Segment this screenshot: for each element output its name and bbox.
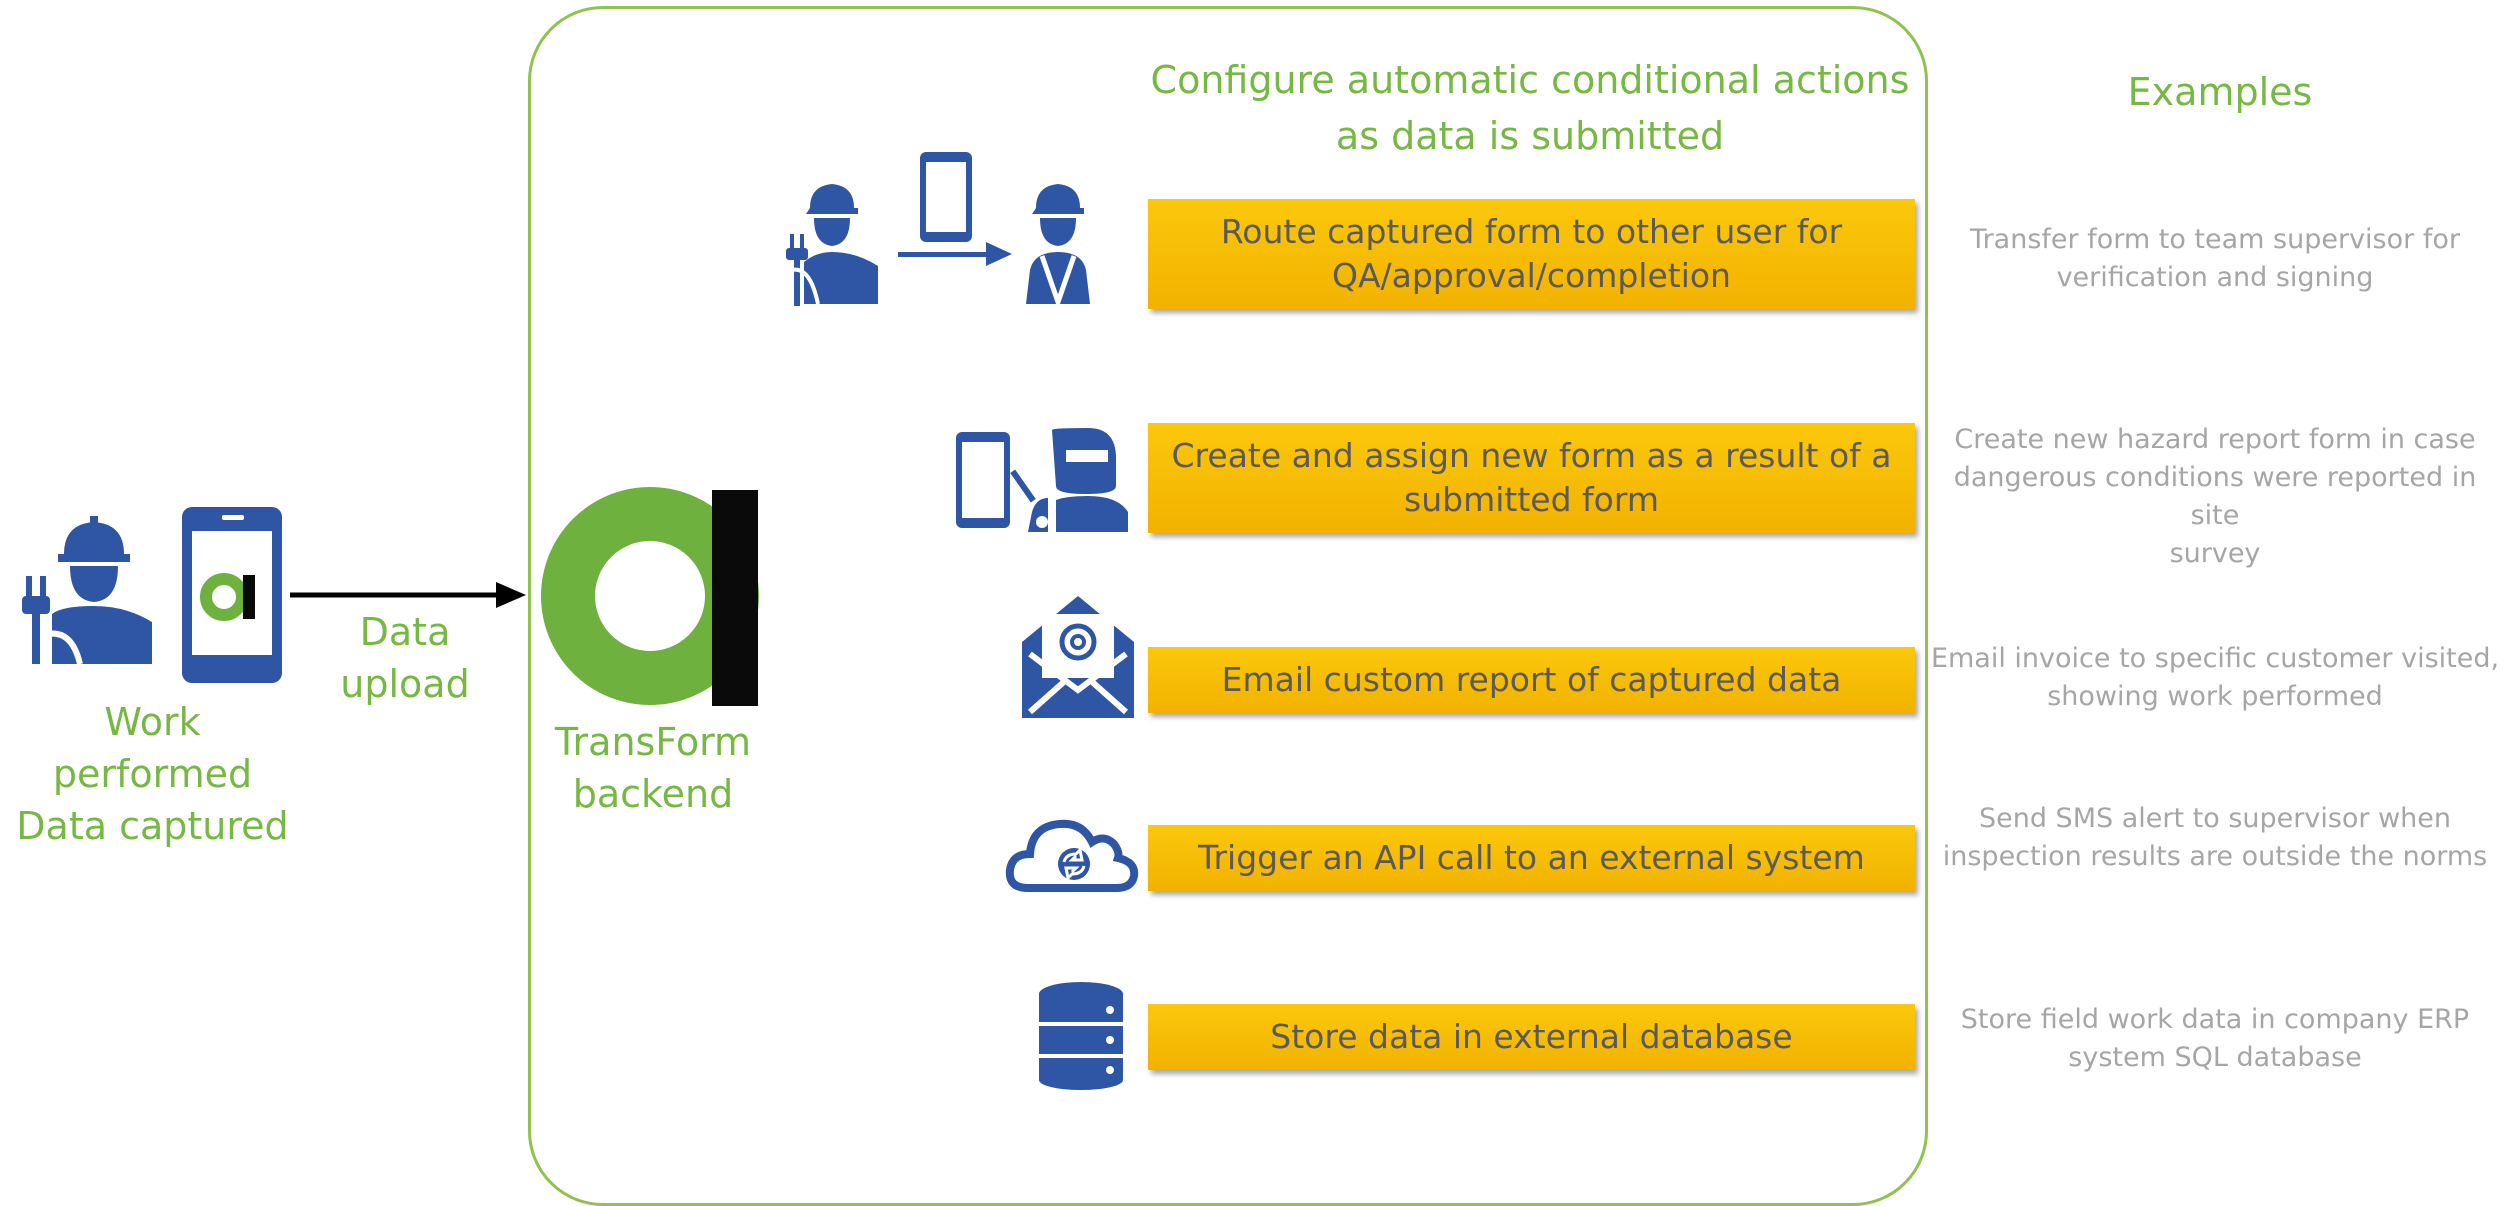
- example-2-line2: dangerous conditions were reported in si…: [1953, 462, 2477, 531]
- backend-label: TransForm backend: [543, 716, 763, 820]
- example-4-line1: Send SMS alert to supervisor when: [1978, 803, 2452, 834]
- worker-phone-handoff-icon: [786, 152, 1090, 310]
- example-4-line2: inspection results are outside the norms: [1942, 841, 2488, 872]
- example-1-line1: Transfer form to team supervisor for: [1970, 224, 2460, 255]
- example-3-line2: showing work performed: [2047, 681, 2383, 712]
- example-2-line1: Create new hazard report form in case: [1954, 424, 2476, 455]
- cloud-sync-icon: [1005, 819, 1139, 892]
- email-envelope-icon: [1022, 596, 1134, 718]
- action-route-line1: Route captured form to other user for: [1220, 212, 1843, 251]
- action-email-line1: Email custom report of captured data: [1221, 660, 1842, 699]
- field-worker-icon: [22, 516, 152, 665]
- action-email-report: Email custom report of captured data: [1148, 647, 1915, 713]
- upload-label-line2: upload: [340, 662, 470, 706]
- action-api-line1: Trigger an API call to an external syste…: [1198, 838, 1865, 877]
- panel-title-line2: as data is submitted: [1335, 114, 1725, 158]
- example-3-line1: Email invoice to specific customer visit…: [1930, 643, 2500, 674]
- examples-heading: Examples: [2127, 70, 2313, 114]
- work-caption-line1: Work performed: [52, 700, 253, 796]
- example-5-line1: Store field work data in company ERP: [1960, 1004, 2470, 1035]
- example-item: Email invoice to specific customer visit…: [1930, 640, 2500, 716]
- example-item: Send SMS alert to supervisor when inspec…: [1930, 800, 2500, 876]
- action-route-form: Route captured form to other user for QA…: [1148, 199, 1915, 309]
- action-api-call: Trigger an API call to an external syste…: [1148, 825, 1915, 891]
- example-5-line2: system SQL database: [2068, 1042, 2362, 1073]
- panel-title-line1: Configure automatic conditional actions: [1150, 58, 1910, 102]
- work-caption-line2: Data captured: [16, 804, 289, 848]
- mobile-app-phone-icon: [182, 507, 282, 683]
- action-route-line2: QA/approval/completion: [1332, 256, 1731, 295]
- example-item: Transfer form to team supervisor for ver…: [1930, 221, 2500, 297]
- phone-welder-icon: [956, 428, 1128, 532]
- backend-label-line1: TransForm: [554, 720, 752, 764]
- example-1-line2: verification and signing: [2056, 262, 2374, 293]
- action-store-database: Store data in external database: [1148, 1004, 1915, 1070]
- database-icon: [1039, 982, 1123, 1090]
- panel-title: Configure automatic conditional actions …: [1130, 52, 1930, 164]
- example-item: Store field work data in company ERP sys…: [1930, 1001, 2500, 1077]
- transform-logo: [541, 487, 759, 706]
- upload-label-line1: Data: [359, 610, 451, 654]
- action-store-line1: Store data in external database: [1270, 1017, 1793, 1056]
- example-2-line3: survey: [2169, 538, 2261, 569]
- work-captured-caption: Work performed Data captured: [0, 696, 305, 852]
- action-create-form: Create and assign new form as a result o…: [1148, 423, 1915, 533]
- data-upload-label: Data upload: [330, 606, 480, 710]
- action-create-line1: Create and assign new form as a result o…: [1171, 436, 1892, 475]
- backend-label-line2: backend: [572, 772, 734, 816]
- example-item: Create new hazard report form in case da…: [1930, 421, 2500, 573]
- action-create-line2: submitted form: [1404, 480, 1659, 519]
